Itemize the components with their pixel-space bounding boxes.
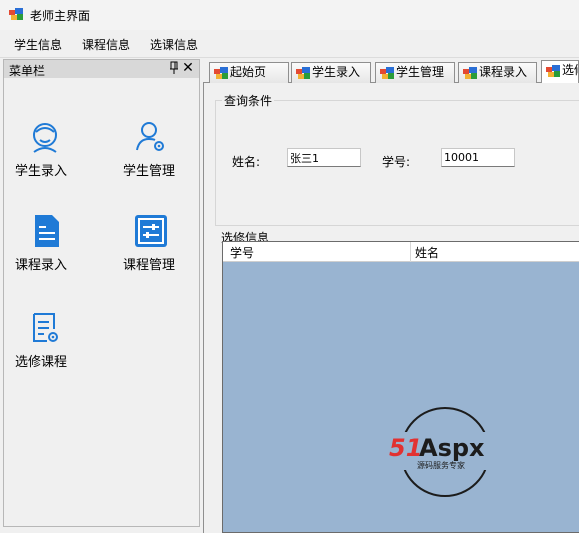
tab-start-page[interactable]: 起始页 [209, 62, 289, 83]
student-manage-icon [136, 122, 164, 151]
dock-button-student-entry[interactable]: 学生录入 [4, 120, 94, 200]
column-divider[interactable] [410, 242, 411, 262]
menu-dock-panel: 菜单栏 ✕ 学生录入 学生管理 课程录入 课程管理 选修课程 [3, 59, 200, 527]
tab-content: 查询条件 姓名: 学号: 选修信息 学号 姓名 51 Aspx 源码服务专家 [203, 83, 579, 533]
dock-label-elective-course: 选修课程 [14, 355, 67, 370]
main-panel: 起始页 学生录入 学生管理 课程录入 选修 查询条件 姓名: 学号: 选修信息 [203, 59, 579, 533]
tab-student-manage[interactable]: 学生管理 [375, 62, 455, 83]
tab-label: 选修 [562, 63, 578, 77]
form-icon [380, 67, 394, 79]
menu-student-info[interactable]: 学生信息 [14, 36, 62, 53]
dock-button-elective-course[interactable]: 选修课程 [4, 311, 94, 391]
pin-icon[interactable] [168, 61, 180, 75]
dock-title: 菜单栏 [9, 64, 46, 78]
elective-course-icon [33, 313, 58, 342]
tab-strip: 起始页 学生录入 学生管理 课程录入 选修 [203, 59, 579, 84]
dock-header: 菜单栏 ✕ [4, 60, 199, 78]
student-entry-icon [33, 123, 57, 153]
close-icon[interactable]: ✕ [182, 59, 194, 77]
tab-elective[interactable]: 选修 [541, 60, 579, 84]
dock-label-student-entry: 学生录入 [14, 164, 67, 179]
window-title: 老师主界面 [30, 9, 91, 23]
dock-label-course-entry: 课程录入 [14, 258, 67, 273]
student-id-input[interactable] [441, 148, 515, 167]
elective-data-grid[interactable]: 学号 姓名 51 Aspx 源码服务专家 [222, 241, 579, 533]
title-bar: 老师主界面 [0, 0, 579, 30]
menu-bar: 学生信息 课程信息 选课信息 [0, 30, 579, 56]
grid-header: 学号 姓名 [223, 242, 579, 262]
menu-divider [0, 57, 579, 58]
dock-label-student-manage: 学生管理 [122, 164, 175, 179]
watermark-tagline: 源码服务专家 [417, 460, 465, 470]
course-entry-icon [35, 215, 59, 247]
column-header-student-id[interactable]: 学号 [230, 244, 254, 261]
watermark-brand-51: 51 [389, 434, 422, 462]
tab-course-entry[interactable]: 课程录入 [458, 62, 537, 83]
watermark-brand-aspx: Aspx [419, 434, 485, 462]
app-icon [9, 8, 23, 20]
form-icon [463, 67, 477, 79]
menu-course-info[interactable]: 课程信息 [82, 36, 130, 53]
tab-label: 学生录入 [312, 65, 361, 79]
dock-label-course-manage: 课程管理 [122, 258, 175, 273]
query-legend: 查询条件 [222, 92, 275, 109]
form-icon [546, 65, 560, 77]
query-groupbox: 查询条件 姓名: 学号: [215, 92, 579, 226]
tab-label: 起始页 [230, 65, 267, 79]
tab-student-entry[interactable]: 学生录入 [291, 62, 371, 83]
student-id-label: 学号: [382, 155, 411, 169]
dock-button-course-entry[interactable]: 课程录入 [4, 214, 94, 294]
column-header-name[interactable]: 姓名 [415, 244, 439, 261]
name-label: 姓名: [232, 155, 261, 169]
form-icon [296, 67, 310, 79]
name-input[interactable] [287, 148, 361, 167]
watermark-logo: 51 Aspx 源码服务专家 [389, 407, 513, 497]
tab-label: 课程录入 [479, 65, 528, 79]
course-manage-icon [135, 215, 167, 247]
dock-button-course-manage[interactable]: 课程管理 [110, 214, 200, 294]
menu-elective-info[interactable]: 选课信息 [150, 36, 198, 53]
tab-label: 学生管理 [396, 65, 445, 79]
dock-button-student-manage[interactable]: 学生管理 [110, 120, 200, 200]
form-icon [214, 67, 228, 79]
